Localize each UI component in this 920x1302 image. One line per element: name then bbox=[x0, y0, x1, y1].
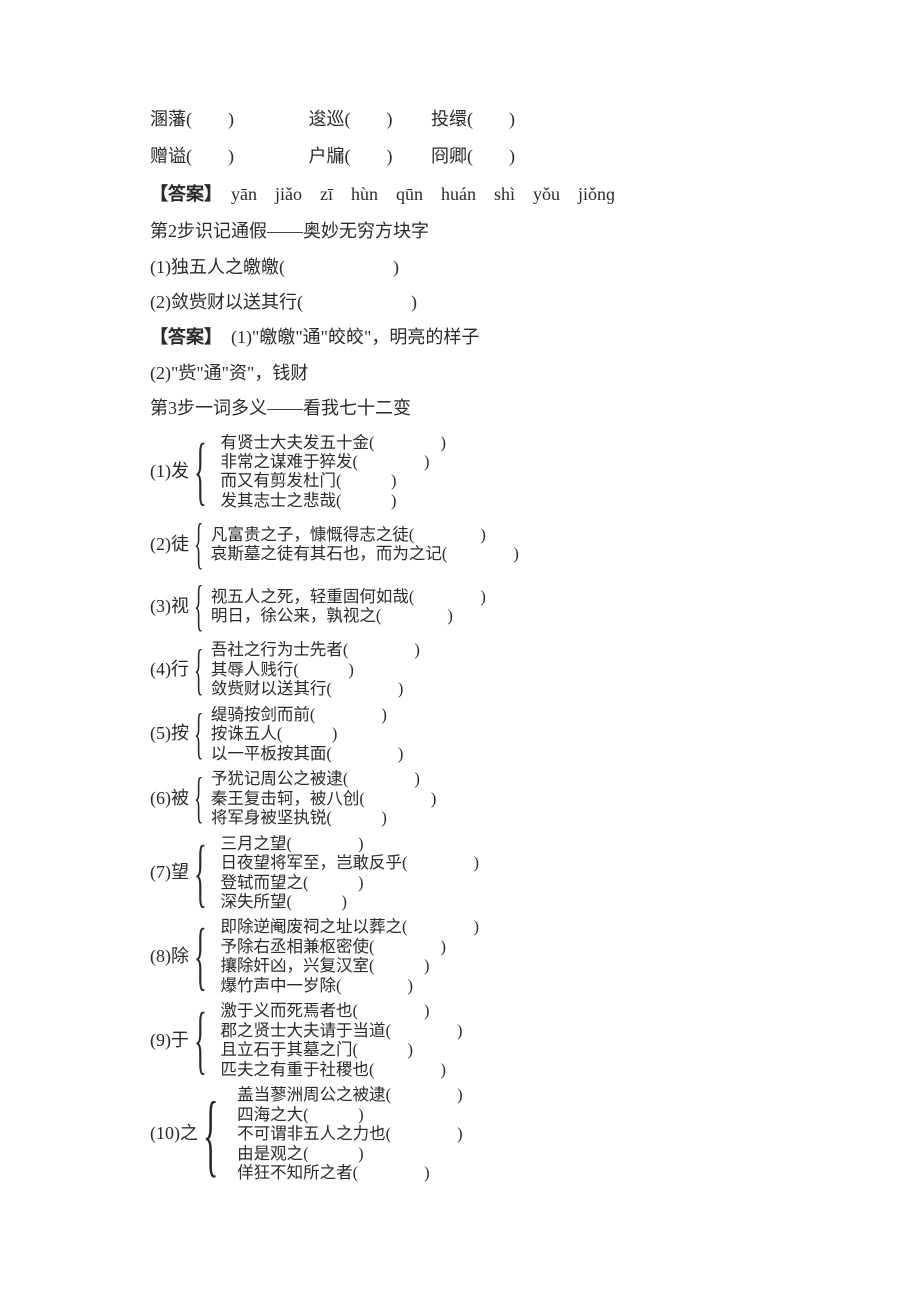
brace-line: 盖当蓼洲周公之被逮( ) bbox=[237, 1085, 463, 1104]
answer-label: 【答案】 bbox=[150, 184, 213, 204]
brace-icon: { bbox=[203, 1088, 218, 1180]
brace-stack: 即除逆阉废祠之址以葬之( )予除右丞相兼枢密使( )攘除奸凶，兴复汉室( )爆竹… bbox=[220, 917, 479, 995]
brace-line: 予犹记周公之被逮( ) bbox=[211, 769, 437, 788]
entry-label: (7)望 bbox=[150, 861, 189, 884]
brace-icon: { bbox=[194, 835, 207, 911]
brace-line: 佯狂不知所之者( ) bbox=[237, 1163, 463, 1182]
brace-line: 攘除奸凶，兴复汉室( ) bbox=[220, 956, 479, 975]
brace-line: 即除逆阉废祠之址以葬之( ) bbox=[220, 917, 479, 936]
brace-stack: 视五人之死，轻重固何如哉( )明日，徐公来，孰视之( ) bbox=[211, 587, 486, 626]
brace-icon: { bbox=[194, 578, 203, 634]
brace-line: 吾社之行为士先者( ) bbox=[211, 640, 420, 659]
brace-line: 郡之贤士大夫请于当道( ) bbox=[220, 1021, 462, 1040]
item-2-3: (2)"赀"通"资"，钱财 bbox=[150, 362, 775, 385]
brace-line: 秦王复击轲，被八创( ) bbox=[211, 789, 437, 808]
entry-label: (4)行 bbox=[150, 658, 189, 681]
word: 户牖( ) bbox=[309, 146, 393, 166]
entry-label: (1)发 bbox=[150, 460, 189, 483]
brace-line: 且立石于其墓之门( ) bbox=[220, 1040, 462, 1059]
brace-line: 由是观之( ) bbox=[237, 1144, 463, 1163]
brace-line: 以一平板按其面( ) bbox=[211, 744, 404, 763]
entry-1: (1)发 { 有贤士大夫发五十金( )非常之谋难于猝发( )而又有剪发杜门( )… bbox=[150, 433, 775, 511]
brace-stack: 盖当蓼洲周公之被逮( )四海之大( )不可谓非五人之力也( )由是观之( )佯狂… bbox=[237, 1085, 463, 1182]
answer-text: yān jiǎo zī hùn qūn huán shì yǒu jiǒnɡ bbox=[213, 184, 615, 204]
entry-2: (2)徒 { 凡富贵之子，慷慨得志之徒( )哀斯墓之徒有其石也，而为之记( ) bbox=[150, 516, 775, 572]
brace-line: 敛赀财以送其行( ) bbox=[211, 679, 420, 698]
entry-label: (8)除 bbox=[150, 945, 189, 968]
entry-label: (5)按 bbox=[150, 722, 189, 745]
brace-stack: 缇骑按剑而前( )按诛五人( )以一平板按其面( ) bbox=[211, 705, 404, 763]
brace-icon: { bbox=[194, 770, 203, 826]
entry-9: (9)于 { 激于义而死焉者也( )郡之贤士大夫请于当道( )且立石于其墓之门(… bbox=[150, 1001, 775, 1079]
item-2-1: (1)独五人之皦皦( ) bbox=[150, 256, 775, 279]
brace-line: 爆竹声中一岁除( ) bbox=[220, 976, 479, 995]
entry-6: (6)被 { 予犹记周公之被逮( )秦王复击轲，被八创( )将军身被坚执锐( ) bbox=[150, 769, 775, 827]
brace-icon: { bbox=[194, 433, 207, 509]
brace-line: 将军身被坚执锐( ) bbox=[211, 808, 437, 827]
entry-label: (6)被 bbox=[150, 787, 189, 810]
brace-line: 其辱人贱行( ) bbox=[211, 660, 420, 679]
brace-line: 凡富贵之子，慷慨得志之徒( ) bbox=[211, 525, 519, 544]
brace-line: 按诛五人( ) bbox=[211, 724, 404, 743]
entry-label: (3)视 bbox=[150, 595, 189, 618]
brace-icon: { bbox=[194, 642, 203, 698]
brace-stack: 三月之望( )日夜望将军至，岂敢反乎( )登轼而望之( )深失所望( ) bbox=[220, 834, 479, 912]
brace-stack: 吾社之行为士先者( )其辱人贱行( )敛赀财以送其行( ) bbox=[211, 640, 420, 698]
entry-5: (5)按 { 缇骑按剑而前( )按诛五人( )以一平板按其面( ) bbox=[150, 705, 775, 763]
step-3-heading: 第3步一词多义——看我七十二变 bbox=[150, 397, 775, 420]
word: 逡巡( ) bbox=[309, 109, 393, 129]
entry-10: (10)之 { 盖当蓼洲周公之被逮( )四海之大( )不可谓非五人之力也( )由… bbox=[150, 1085, 775, 1182]
step-2-heading: 第2步识记通假——奥妙无穷方块字 bbox=[150, 220, 775, 243]
answer-1: 【答案】 yān jiǎo zī hùn qūn huán shì yǒu ji… bbox=[150, 183, 775, 206]
brace-icon: { bbox=[194, 516, 203, 572]
entry-label: (10)之 bbox=[150, 1122, 198, 1145]
entry-4: (4)行 { 吾社之行为士先者( )其辱人贱行( )敛赀财以送其行( ) bbox=[150, 640, 775, 698]
brace-stack: 予犹记周公之被逮( )秦王复击轲，被八创( )将军身被坚执锐( ) bbox=[211, 769, 437, 827]
word: 赠谥( ) bbox=[150, 146, 234, 166]
brace-line: 视五人之死，轻重固何如哉( ) bbox=[211, 587, 486, 606]
entry-7: (7)望 { 三月之望( )日夜望将军至，岂敢反乎( )登轼而望之( )深失所望… bbox=[150, 834, 775, 912]
brace-stack: 激于义而死焉者也( )郡之贤士大夫请于当道( )且立石于其墓之门( )匹夫之有重… bbox=[220, 1001, 462, 1079]
entry-3: (3)视 { 视五人之死，轻重固何如哉( )明日，徐公来，孰视之( ) bbox=[150, 578, 775, 634]
brace-line: 哀斯墓之徒有其石也，而为之记( ) bbox=[211, 544, 519, 563]
word: 投缳( ) bbox=[431, 109, 515, 129]
pinyin-row-2: 赠谥( ) 户牖( ) 冏卿( ) bbox=[150, 145, 775, 168]
brace-icon: { bbox=[194, 706, 203, 762]
answer-text: (1)"皦皦"通"皎皎"，明亮的样子 bbox=[213, 327, 479, 347]
brace-line: 缇骑按剑而前( ) bbox=[211, 705, 404, 724]
brace-line: 予除右丞相兼枢密使( ) bbox=[220, 937, 479, 956]
brace-line: 发其志士之悲哉( ) bbox=[220, 491, 446, 510]
answer-label: 【答案】 bbox=[150, 327, 213, 347]
brace-line: 而又有剪发杜门( ) bbox=[220, 471, 446, 490]
brace-line: 非常之谋难于猝发( ) bbox=[220, 452, 446, 471]
entry-label: (9)于 bbox=[150, 1029, 189, 1052]
brace-icon: { bbox=[194, 1002, 207, 1078]
pinyin-row-1: 溷藩( ) 逡巡( ) 投缳( ) bbox=[150, 108, 775, 131]
brace-line: 三月之望( ) bbox=[220, 834, 479, 853]
brace-line: 匹夫之有重于社稷也( ) bbox=[220, 1060, 462, 1079]
word: 溷藩( ) bbox=[150, 109, 234, 129]
brace-stack: 有贤士大夫发五十金( )非常之谋难于猝发( )而又有剪发杜门( )发其志士之悲哉… bbox=[220, 433, 446, 511]
item-2-2: (2)敛赀财以送其行( ) bbox=[150, 291, 775, 314]
brace-line: 明日，徐公来，孰视之( ) bbox=[211, 606, 486, 625]
brace-line: 有贤士大夫发五十金( ) bbox=[220, 433, 446, 452]
brace-icon: { bbox=[194, 918, 207, 994]
brace-line: 激于义而死焉者也( ) bbox=[220, 1001, 462, 1020]
entry-label: (2)徒 bbox=[150, 533, 189, 556]
brace-line: 深失所望( ) bbox=[220, 892, 479, 911]
brace-line: 四海之大( ) bbox=[237, 1105, 463, 1124]
word: 冏卿( ) bbox=[431, 146, 515, 166]
brace-stack: 凡富贵之子，慷慨得志之徒( )哀斯墓之徒有其石也，而为之记( ) bbox=[211, 525, 519, 564]
brace-line: 日夜望将军至，岂敢反乎( ) bbox=[220, 853, 479, 872]
answer-2: 【答案】 (1)"皦皦"通"皎皎"，明亮的样子 bbox=[150, 326, 775, 349]
brace-line: 不可谓非五人之力也( ) bbox=[237, 1124, 463, 1143]
brace-line: 登轼而望之( ) bbox=[220, 873, 479, 892]
entry-8: (8)除 { 即除逆阉废祠之址以葬之( )予除右丞相兼枢密使( )攘除奸凶，兴复… bbox=[150, 917, 775, 995]
